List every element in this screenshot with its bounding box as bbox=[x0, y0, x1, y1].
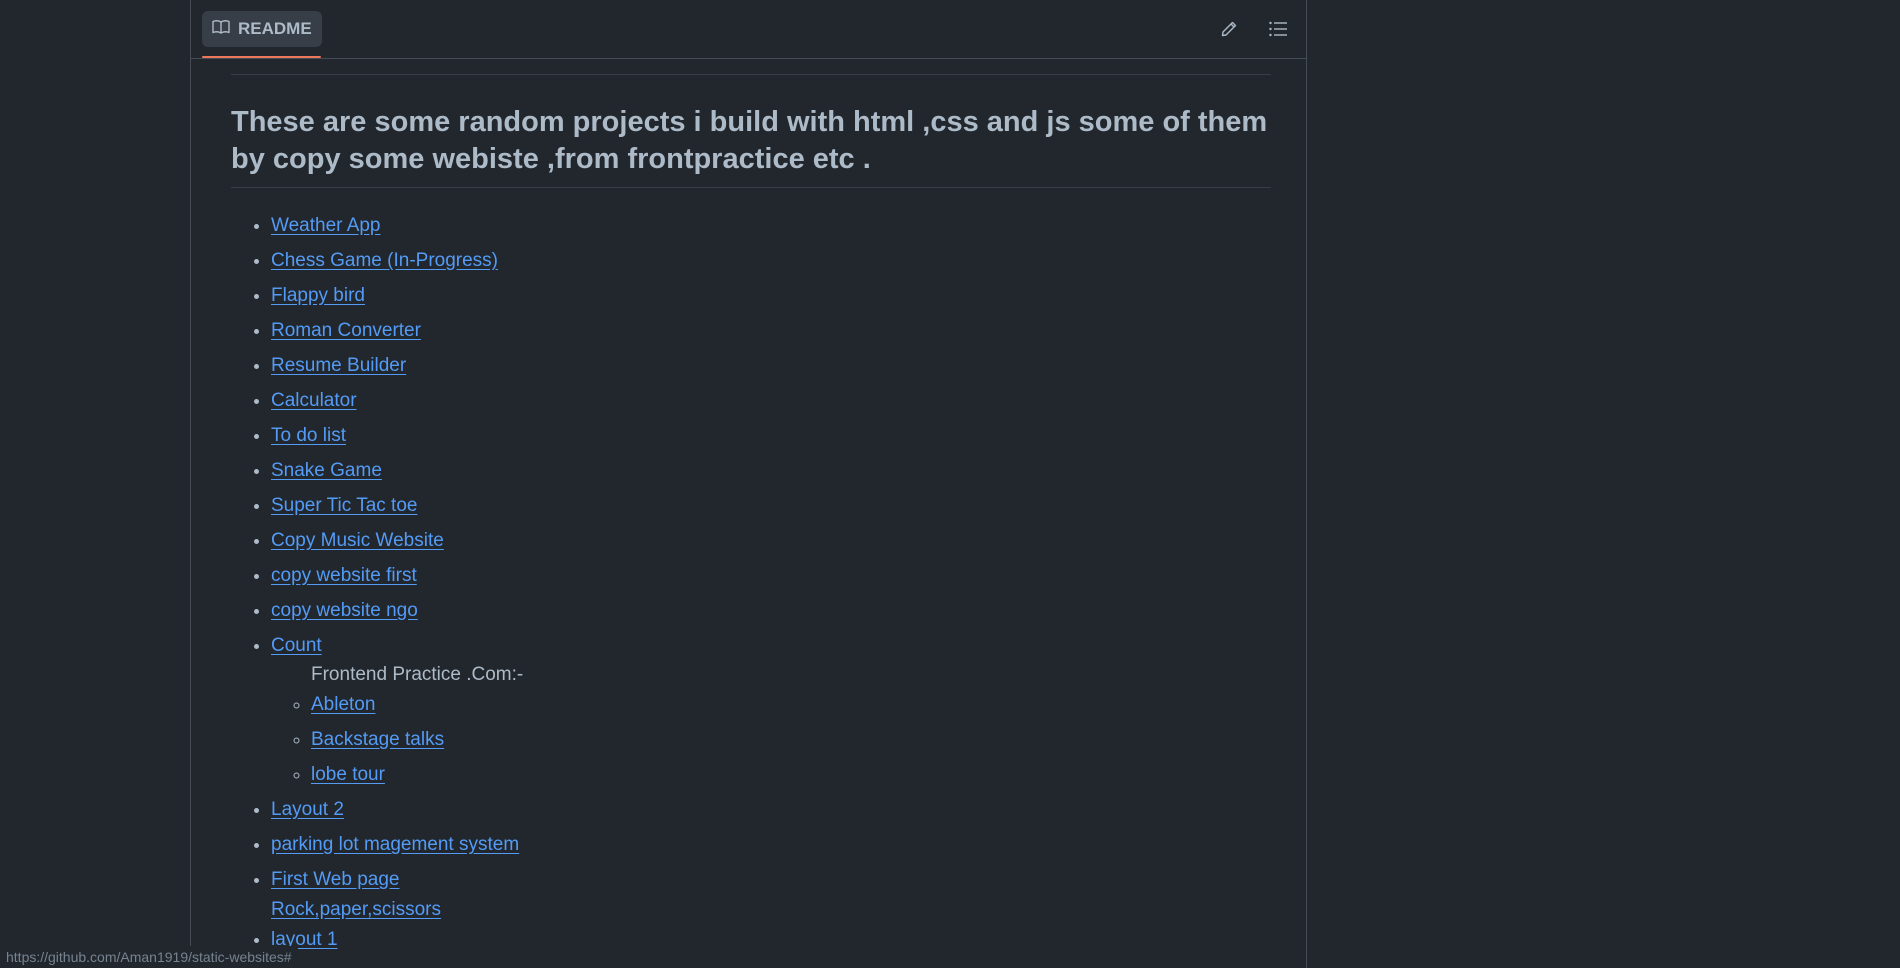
status-bar-url: https://github.com/Aman1919/static-websi… bbox=[0, 946, 298, 968]
project-link-backstage-talks[interactable]: Backstage talks bbox=[311, 729, 444, 750]
project-link-lobe-tour[interactable]: lobe tour bbox=[311, 764, 385, 785]
list-item: Ableton bbox=[311, 693, 1271, 716]
list-item: Layout 2 bbox=[271, 798, 1271, 821]
project-link-copy-website-ngo[interactable]: copy website ngo bbox=[271, 600, 418, 621]
list-item: parking lot magement system bbox=[271, 833, 1271, 856]
list-item: layout 1 bbox=[271, 928, 1271, 951]
project-link-copy-music-website[interactable]: Copy Music Website bbox=[271, 530, 444, 551]
project-link-chess-game[interactable]: Chess Game (In-Progress) bbox=[271, 250, 498, 271]
project-list: Weather App Chess Game (In-Progress) Fla… bbox=[231, 214, 1271, 951]
readme-tab[interactable]: README bbox=[202, 11, 322, 47]
project-link-first-web-page[interactable]: First Web page bbox=[271, 869, 399, 890]
project-link-copy-website-first[interactable]: copy website first bbox=[271, 565, 417, 586]
frontend-practice-list: Ableton Backstage talks lobe tour bbox=[271, 693, 1271, 786]
divider bbox=[231, 74, 1271, 75]
list-item: Rock,paper,scissors bbox=[271, 898, 1271, 921]
list-item: copy website first bbox=[271, 564, 1271, 587]
list-item: To do list bbox=[271, 424, 1271, 447]
list-item: Weather App bbox=[271, 214, 1271, 237]
list-item: Flappy bird bbox=[271, 284, 1271, 307]
project-link-layout-2[interactable]: Layout 2 bbox=[271, 799, 344, 820]
project-link-weather-app[interactable]: Weather App bbox=[271, 215, 381, 236]
list-item: First Web page bbox=[271, 868, 1271, 891]
project-link-to-do-list[interactable]: To do list bbox=[271, 425, 346, 446]
project-link-super-tic-tac-toe[interactable]: Super Tic Tac toe bbox=[271, 495, 417, 516]
list-item: Resume Builder bbox=[271, 354, 1271, 377]
project-link-ableton[interactable]: Ableton bbox=[311, 694, 375, 715]
project-link-resume-builder[interactable]: Resume Builder bbox=[271, 355, 406, 376]
frontend-practice-label: Frontend Practice .Com:- bbox=[311, 664, 524, 685]
project-link-parking-lot[interactable]: parking lot magement system bbox=[271, 834, 519, 855]
readme-content: These are some random projects i build w… bbox=[231, 104, 1271, 963]
list-item: lobe tour bbox=[311, 763, 1271, 786]
frontend-practice-block: Frontend Practice .Com:- Ableton Backsta… bbox=[271, 663, 1271, 786]
list-item: Count Frontend Practice .Com:- Ableton B… bbox=[271, 634, 1271, 786]
readme-tab-label: README bbox=[238, 19, 312, 38]
list-item: Copy Music Website bbox=[271, 529, 1271, 552]
list-item: Roman Converter bbox=[271, 319, 1271, 342]
pencil-icon[interactable] bbox=[1218, 18, 1240, 40]
project-link-count[interactable]: Count bbox=[271, 635, 322, 656]
project-link-rock-paper-scissors[interactable]: Rock,paper,scissors bbox=[271, 899, 441, 920]
book-icon bbox=[212, 19, 230, 40]
project-link-roman-converter[interactable]: Roman Converter bbox=[271, 320, 421, 341]
project-link-flappy-bird[interactable]: Flappy bird bbox=[271, 285, 365, 306]
readme-header: README bbox=[191, 0, 1306, 59]
readme-heading: These are some random projects i build w… bbox=[231, 104, 1271, 188]
page: README These are some random projects i … bbox=[0, 0, 1900, 968]
list-item: Super Tic Tac toe bbox=[271, 494, 1271, 517]
list-item: Snake Game bbox=[271, 459, 1271, 482]
list-item: Chess Game (In-Progress) bbox=[271, 249, 1271, 272]
active-tab-indicator bbox=[202, 56, 321, 58]
project-link-calculator[interactable]: Calculator bbox=[271, 390, 357, 411]
project-link-snake-game[interactable]: Snake Game bbox=[271, 460, 382, 481]
list-unordered-icon[interactable] bbox=[1267, 18, 1289, 40]
readme-container: README These are some random projects i … bbox=[190, 0, 1307, 968]
list-item: Backstage talks bbox=[311, 728, 1271, 751]
list-item: copy website ngo bbox=[271, 599, 1271, 622]
list-item: Calculator bbox=[271, 389, 1271, 412]
